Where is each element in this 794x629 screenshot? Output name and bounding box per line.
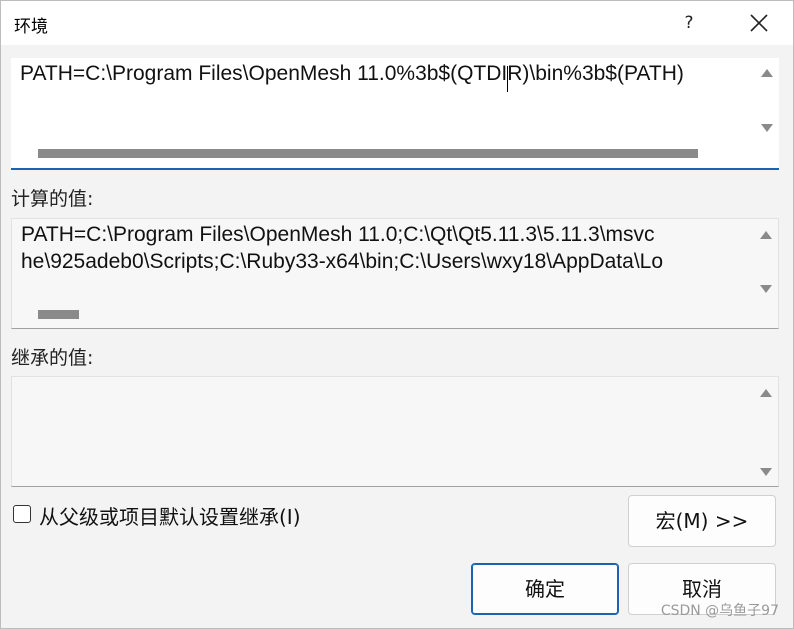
- edit-horizontal-scrollbar-thumb[interactable]: [38, 149, 698, 158]
- computed-value-line-2: he\925adeb0\Scripts;C:\Ruby33-x64\bin;C:…: [21, 250, 664, 273]
- computed-value-box: PATH=C:\Program Files\OpenMesh 11.0;C:\Q…: [11, 218, 779, 329]
- watermark-text: CSDN @乌鱼子97: [660, 603, 779, 619]
- scroll-down-arrow-icon[interactable]: [760, 468, 772, 476]
- scroll-down-arrow-icon[interactable]: [760, 285, 772, 293]
- macro-button[interactable]: 宏(M) >>: [628, 495, 776, 547]
- close-button[interactable]: [737, 5, 781, 41]
- help-button[interactable]: ?: [669, 7, 709, 39]
- edit-vertical-scrollbar[interactable]: [753, 58, 779, 142]
- title-bar: 环境 ?: [1, 1, 793, 45]
- environment-dialog: 环境 ? PATH=C:\Program Files\OpenMesh 11.0…: [0, 0, 794, 629]
- environment-edit-field[interactable]: PATH=C:\Program Files\OpenMesh 11.0%3b$(…: [11, 58, 779, 170]
- scroll-up-arrow-icon[interactable]: [761, 69, 773, 77]
- inherit-checkbox[interactable]: [13, 505, 31, 523]
- text-caret: [507, 66, 508, 92]
- computed-vertical-scrollbar[interactable]: [752, 219, 778, 303]
- dialog-title: 环境: [14, 17, 48, 37]
- scroll-down-arrow-icon[interactable]: [761, 124, 773, 132]
- ok-button[interactable]: 确定: [471, 563, 619, 615]
- scroll-up-arrow-icon[interactable]: [760, 389, 772, 397]
- computed-value-line-1: PATH=C:\Program Files\OpenMesh 11.0;C:\Q…: [21, 223, 655, 246]
- inherit-checkbox-label[interactable]: 从父级或项目默认设置继承(I): [39, 501, 301, 530]
- computed-value-label: 计算的值:: [11, 188, 94, 210]
- inherited-value-box: [11, 376, 779, 487]
- computed-horizontal-scrollbar-thumb[interactable]: [38, 310, 79, 319]
- scroll-up-arrow-icon[interactable]: [760, 231, 772, 239]
- inherited-value-label: 继承的值:: [11, 347, 94, 369]
- close-icon: [750, 14, 768, 32]
- inherited-vertical-scrollbar[interactable]: [752, 377, 778, 485]
- environment-edit-text[interactable]: PATH=C:\Program Files\OpenMesh 11.0%3b$(…: [20, 62, 744, 86]
